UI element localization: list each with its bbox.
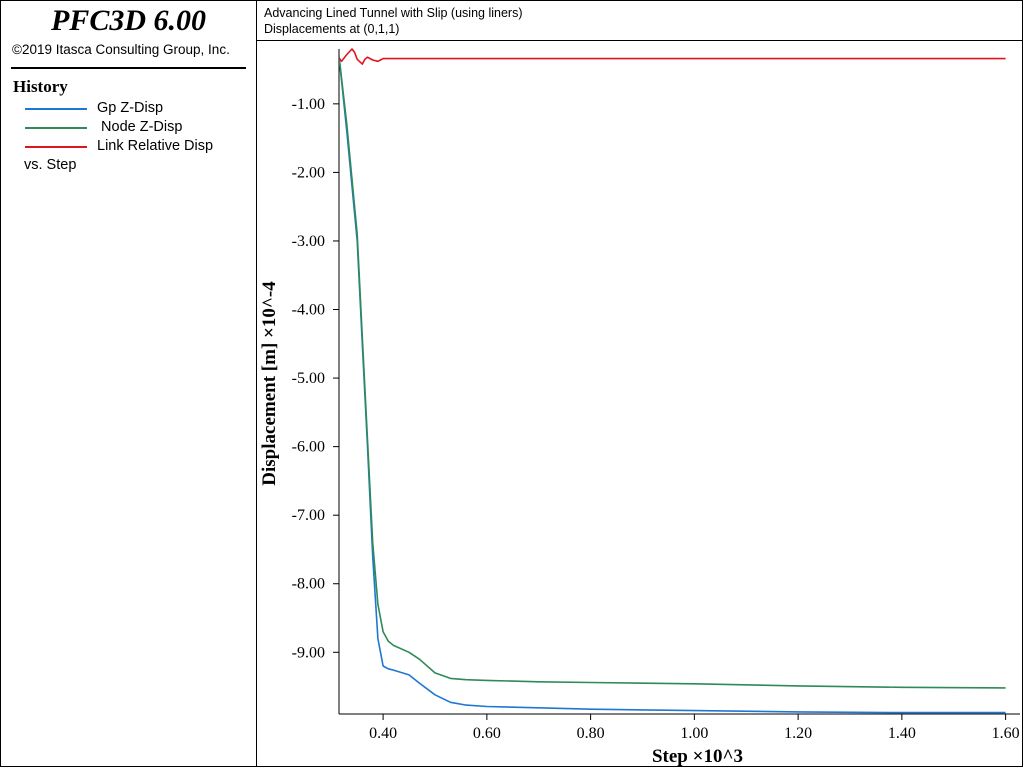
legend-label: Node Z-Disp	[97, 119, 183, 135]
x-tick-label: 1.60	[992, 725, 1020, 742]
y-tick-label: -8.00	[292, 576, 325, 593]
y-tick-label: -5.00	[292, 370, 325, 387]
x-variable-label: vs. Step	[24, 157, 77, 173]
plot-panel: Advancing Lined Tunnel with Slip (using …	[257, 0, 1023, 767]
y-tick-label: -1.00	[292, 96, 325, 113]
legend-label: Link Relative Disp	[97, 138, 214, 154]
copyright-text: ©2019 Itasca Consulting Group, Inc.	[12, 42, 230, 57]
legend-heading: History	[13, 77, 68, 96]
x-tick-label: 1.20	[784, 725, 812, 742]
y-tick-label: -7.00	[292, 507, 325, 524]
x-axis-title: Step ×10^3	[652, 746, 743, 766]
legend-label: Gp Z-Disp	[97, 100, 164, 116]
chart-canvas: -1.00 -2.00 -3.00 -4.00 -5.00 -6.00 -7.00 -8.00…	[259, 48, 1020, 766]
x-tick-label: 0.40	[369, 725, 397, 742]
series-line-node-z-disp	[339, 55, 1006, 689]
y-tick-label: -9.00	[292, 644, 325, 661]
y-axis-title: Displacement [m] ×10^-4	[259, 281, 280, 486]
y-tick-label: -6.00	[292, 439, 325, 456]
x-tick-label: 0.80	[577, 725, 605, 742]
y-tick-label: -3.00	[292, 233, 325, 250]
legend-panel: PFC3D 6.00 ©2019 Itasca Consulting Group…	[0, 0, 257, 767]
x-tick-label: 1.40	[888, 725, 916, 742]
y-tick-label: -2.00	[292, 164, 325, 181]
legend-swatch	[25, 127, 87, 129]
y-tick-label: -4.00	[292, 302, 325, 319]
series-line-gp-z-disp	[339, 55, 1006, 714]
legend-swatch	[25, 108, 87, 110]
legend-swatch	[25, 146, 87, 148]
x-tick-label: 0.60	[473, 725, 501, 742]
x-tick-label: 1.00	[680, 725, 708, 742]
title-divider	[11, 67, 246, 69]
app-title: PFC3D 6.00	[50, 4, 206, 37]
series-line-link-relative-disp	[339, 48, 1006, 65]
